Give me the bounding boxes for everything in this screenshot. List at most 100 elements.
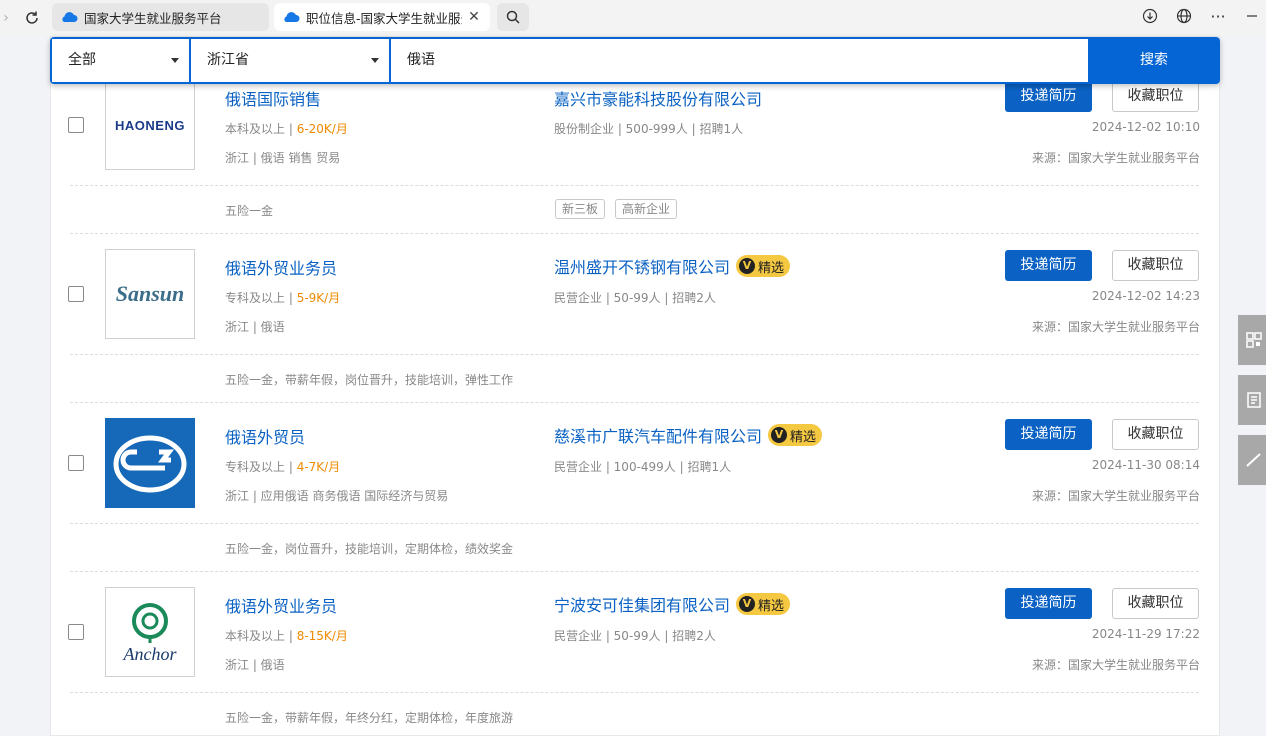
job-row: Anchor 俄语外贸业务员 本科及以上 | 8-15K/月 浙江 | 俄语 宁…: [50, 543, 1220, 725]
download-icon[interactable]: [1136, 4, 1164, 28]
job-tags: 浙江 | 俄语: [225, 658, 285, 672]
page: 全部 浙江省 搜索 HAONENG 俄语国际销售 本科及以上 | 6-20K/月…: [0, 36, 1266, 736]
company-logo[interactable]: [105, 418, 195, 508]
featured-badge: V 精选: [768, 424, 823, 446]
source-label: 来源：国家大学生就业服务平台: [1031, 151, 1200, 165]
search-button[interactable]: 搜索: [1088, 37, 1220, 84]
apply-button[interactable]: 投递简历: [1005, 588, 1092, 619]
company-name: 温州盛开不锈钢有限公司: [554, 258, 731, 277]
company-logo[interactable]: Anchor: [105, 587, 195, 677]
logo-text: Anchor: [123, 644, 177, 664]
anchor-logo-icon: [132, 603, 168, 643]
company-name-link[interactable]: 嘉兴市豪能科技股份有限公司: [554, 86, 762, 110]
divider: [70, 185, 1199, 186]
education: 专科及以上: [225, 291, 286, 305]
minimize-icon[interactable]: [1238, 4, 1266, 28]
company-name: 宁波安可佳集团有限公司: [554, 596, 731, 615]
company-name: 慈溪市广联汽车配件有限公司: [554, 427, 763, 446]
apply-button[interactable]: 投递简历: [1005, 419, 1092, 450]
company-logo[interactable]: Sansun: [105, 249, 195, 339]
source-label: 来源：国家大学生就业服务平台: [1031, 658, 1200, 672]
company-meta: 民营企业 | 50-99人 | 招聘2人: [554, 291, 716, 305]
job-checkbox[interactable]: [68, 624, 84, 640]
divider: [70, 692, 1199, 693]
divider: [70, 354, 1199, 355]
caret-down-icon: [171, 58, 179, 63]
job-row: 俄语外贸员 专科及以上 | 4-7K/月 浙江 | 应用俄语 商务俄语 国际经济…: [50, 374, 1220, 556]
job-title-link[interactable]: 俄语外贸业务员: [225, 255, 337, 279]
search-icon[interactable]: [497, 3, 529, 31]
featured-badge: V 精选: [736, 255, 791, 277]
back-to-top-button[interactable]: [1238, 435, 1266, 485]
company-name: 嘉兴市豪能科技股份有限公司: [554, 90, 763, 109]
job-title-link[interactable]: 俄语外贸员: [225, 424, 305, 448]
job-checkbox[interactable]: [68, 455, 84, 471]
logo-text: Sansun: [115, 281, 185, 306]
globe-icon[interactable]: [1170, 4, 1198, 28]
source-label: 来源：国家大学生就业服务平台: [1031, 320, 1200, 334]
company-name-link[interactable]: 宁波安可佳集团有限公司 V 精选: [554, 592, 791, 616]
company-logo[interactable]: HAONENG: [105, 80, 195, 170]
document-icon: [1247, 392, 1261, 408]
tab-title: 国家大学生就业服务平台: [84, 10, 222, 26]
browser-tab-bar: › 国家大学生就业服务平台 职位信息-国家大学生就业服务 ✕ ···: [0, 0, 1266, 36]
salary: 5-9K/月: [296, 291, 341, 305]
post-date: 2024-12-02 10:10: [1091, 120, 1200, 134]
v-icon: V: [771, 427, 788, 443]
source-label: 来源：国家大学生就业服务平台: [1031, 489, 1200, 503]
guanglian-logo-icon: [107, 420, 193, 506]
job-checkbox[interactable]: [68, 286, 84, 302]
divider: [70, 523, 1199, 524]
job-row: Sansun 俄语外贸业务员 专科及以上 | 5-9K/月 浙江 | 俄语 温州…: [50, 205, 1220, 387]
tab-platform-home[interactable]: 国家大学生就业服务平台: [52, 3, 269, 31]
job-checkbox[interactable]: [68, 117, 84, 133]
logo-text: HAONENG: [115, 117, 185, 133]
job-title-link[interactable]: 俄语外贸业务员: [225, 593, 337, 617]
benefits: 五险一金，带薪年假，年终分红，定期体检，年度旅游: [225, 711, 514, 725]
reload-icon[interactable]: [20, 6, 44, 30]
tab-title: 职位信息-国家大学生就业服务: [306, 10, 462, 26]
job-title-link[interactable]: 俄语国际销售: [225, 86, 321, 110]
apply-button[interactable]: 投递简历: [1005, 81, 1092, 112]
arrow-up-icon: [1246, 453, 1261, 467]
browser-right-icons: ···: [1130, 4, 1266, 28]
more-icon[interactable]: ···: [1204, 4, 1232, 28]
category-select[interactable]: 全部: [52, 39, 189, 82]
province-select[interactable]: 浙江省: [191, 39, 389, 82]
education: 专科及以上: [225, 460, 286, 474]
education: 本科及以上: [225, 629, 286, 643]
post-date: 2024-11-29 17:22: [1091, 627, 1200, 641]
qrcode-icon: [1246, 332, 1262, 348]
job-requirements: 本科及以上 | 6-20K/月: [225, 122, 348, 136]
job-requirements: 专科及以上 | 5-9K/月: [225, 291, 341, 305]
search-input[interactable]: [391, 39, 1088, 82]
feedback-float-button[interactable]: [1238, 375, 1266, 425]
save-job-button[interactable]: 收藏职位: [1112, 419, 1199, 450]
save-job-button[interactable]: 收藏职位: [1112, 588, 1199, 619]
job-requirements: 专科及以上 | 4-7K/月: [225, 460, 341, 474]
province-value: 浙江省: [207, 52, 249, 68]
back-arrow-icon[interactable]: ›: [0, 8, 12, 28]
salary: 6-20K/月: [296, 122, 348, 136]
apply-button[interactable]: 投递简历: [1005, 250, 1092, 281]
company-name-link[interactable]: 慈溪市广联汽车配件有限公司 V 精选: [554, 423, 823, 447]
job-tags: 浙江 | 俄语 销售 贸易: [225, 151, 341, 165]
company-meta: 民营企业 | 50-99人 | 招聘2人: [554, 629, 716, 643]
search-bar: 全部 浙江省 搜索: [50, 37, 1220, 84]
post-date: 2024-12-02 14:23: [1091, 289, 1200, 303]
caret-down-icon: [371, 58, 379, 63]
salary: 4-7K/月: [296, 460, 341, 474]
qrcode-float-button[interactable]: [1238, 315, 1266, 365]
job-requirements: 本科及以上 | 8-15K/月: [225, 629, 348, 643]
close-icon[interactable]: ✕: [466, 9, 482, 25]
featured-badge: V 精选: [736, 593, 791, 615]
save-job-button[interactable]: 收藏职位: [1112, 250, 1199, 281]
cloud-icon: [62, 12, 78, 22]
company-meta: 民营企业 | 100-499人 | 招聘1人: [554, 460, 732, 474]
post-date: 2024-11-30 08:14: [1091, 458, 1200, 472]
company-meta: 股份制企业 | 500-999人 | 招聘1人: [554, 122, 744, 136]
tab-job-info[interactable]: 职位信息-国家大学生就业服务 ✕: [274, 3, 490, 31]
save-job-button[interactable]: 收藏职位: [1112, 81, 1199, 112]
v-icon: V: [739, 596, 756, 612]
company-name-link[interactable]: 温州盛开不锈钢有限公司 V 精选: [554, 254, 791, 278]
